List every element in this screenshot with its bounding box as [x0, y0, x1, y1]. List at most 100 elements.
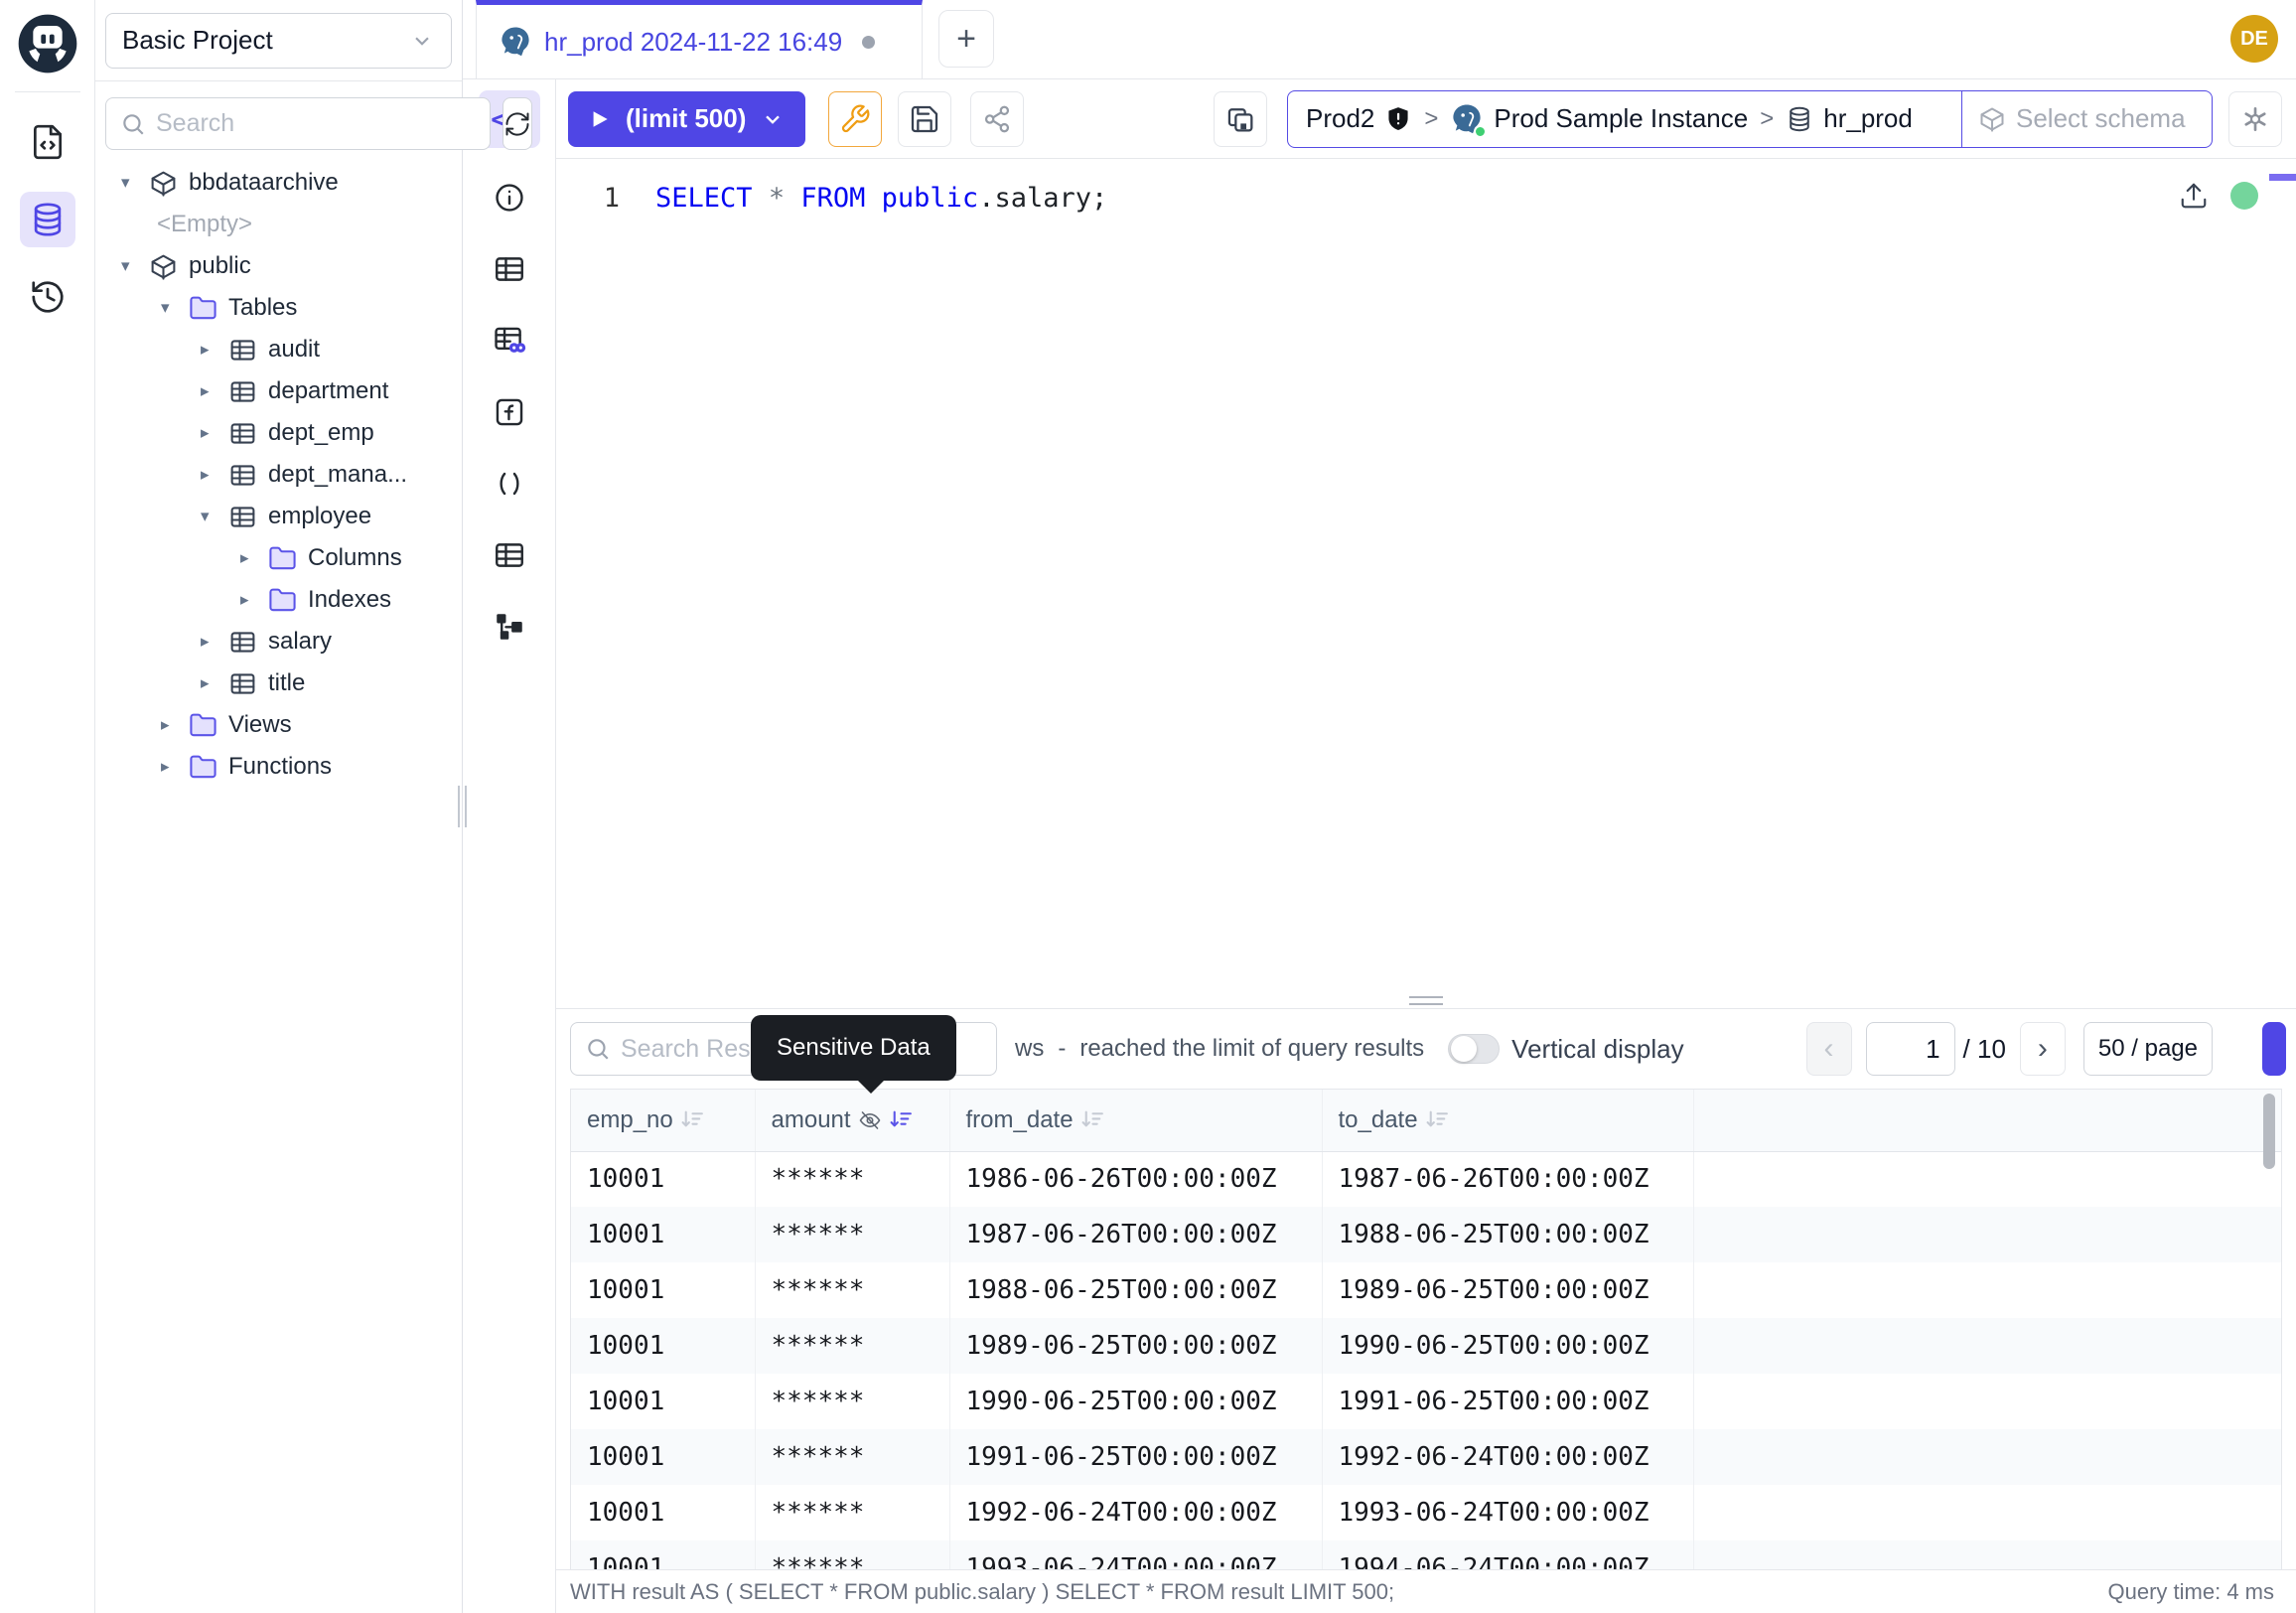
table-cell[interactable]: 1986-06-26T00:00:00Z [949, 1151, 1322, 1207]
sort-icon[interactable] [1425, 1107, 1450, 1132]
tree-caret-icon[interactable]: ▸ [201, 340, 228, 360]
tree-item-employee[interactable]: ▾ employee [95, 496, 462, 537]
tree-caret-icon[interactable]: ▸ [201, 673, 228, 693]
tree-item-salary[interactable]: ▸ salary [95, 621, 462, 662]
table-cell[interactable]: 10001 [571, 1485, 755, 1540]
tree-caret-icon[interactable]: ▸ [240, 590, 268, 610]
results-resize-handle[interactable] [556, 993, 2296, 1009]
worksheets-nav-icon[interactable] [20, 114, 75, 170]
ai-assistant-button[interactable] [2228, 91, 2282, 147]
export-button[interactable] [2262, 1022, 2286, 1076]
tree-item-views[interactable]: ▸ Views [95, 704, 462, 746]
table-cell[interactable]: ****** [755, 1374, 949, 1429]
table-cell[interactable]: ****** [755, 1429, 949, 1485]
column-header-amount[interactable]: amount [755, 1090, 949, 1151]
sort-icon[interactable] [1080, 1107, 1105, 1132]
tree-item-public[interactable]: ▾ public [95, 245, 462, 287]
chevron-down-icon[interactable] [760, 106, 786, 132]
info-icon[interactable] [488, 176, 531, 220]
table-cell[interactable]: 1990-06-25T00:00:00Z [1322, 1318, 1693, 1374]
table-cell[interactable]: 1993-06-24T00:00:00Z [949, 1540, 1322, 1569]
prev-page-button[interactable]: ‹ [1806, 1022, 1852, 1076]
tree-caret-icon[interactable]: ▸ [201, 381, 228, 401]
table-cell[interactable]: 10001 [571, 1374, 755, 1429]
tree-item-department[interactable]: ▸ department [95, 370, 462, 412]
table-cell[interactable]: 10001 [571, 1151, 755, 1207]
column-header-from_date[interactable]: from_date [949, 1090, 1322, 1151]
views-icon[interactable] [488, 533, 531, 577]
vertical-display-toggle[interactable] [1448, 1034, 1500, 1064]
table-cell[interactable]: 10001 [571, 1262, 755, 1318]
tree-item-tables[interactable]: ▾ Tables [95, 287, 462, 329]
table-cell[interactable]: 1987-06-26T00:00:00Z [1322, 1151, 1693, 1207]
tree-caret-icon[interactable]: ▸ [161, 757, 189, 777]
user-avatar[interactable]: DE [2230, 15, 2278, 63]
table-cell[interactable]: 1994-06-24T00:00:00Z [1322, 1540, 1693, 1569]
batch-query-button[interactable] [1214, 91, 1267, 147]
table-cell[interactable] [1693, 1262, 2281, 1318]
external-tables-icon[interactable] [488, 319, 531, 363]
tree-item-indexes[interactable]: ▸ Indexes [95, 579, 462, 621]
project-selector[interactable]: Basic Project [105, 13, 452, 69]
table-scrollbar[interactable] [2263, 1094, 2275, 1169]
tree-caret-icon[interactable]: ▸ [201, 465, 228, 485]
tree-item-audit[interactable]: ▸ audit [95, 329, 462, 370]
table-cell[interactable]: 1988-06-25T00:00:00Z [949, 1262, 1322, 1318]
bytebase-logo-icon[interactable] [16, 12, 79, 75]
table-cell[interactable] [1693, 1318, 2281, 1374]
table-cell[interactable]: ****** [755, 1540, 949, 1569]
table-cell[interactable] [1693, 1429, 2281, 1485]
table-cell[interactable]: 1992-06-24T00:00:00Z [1322, 1429, 1693, 1485]
tree-caret-icon[interactable]: ▾ [121, 256, 149, 276]
next-page-button[interactable]: › [2020, 1022, 2066, 1076]
table-cell[interactable]: 1991-06-25T00:00:00Z [949, 1429, 1322, 1485]
table-cell[interactable]: 10001 [571, 1429, 755, 1485]
schema-selector[interactable]: Select schema [1961, 91, 2212, 147]
table-cell[interactable]: 10001 [571, 1207, 755, 1262]
add-tab-button[interactable]: + [938, 10, 994, 68]
tables-icon[interactable] [488, 247, 531, 291]
table-cell[interactable]: 1993-06-24T00:00:00Z [1322, 1485, 1693, 1540]
share-button[interactable] [970, 91, 1024, 147]
page-number-input[interactable] [1866, 1022, 1955, 1076]
table-cell[interactable]: ****** [755, 1207, 949, 1262]
upload-icon[interactable] [2179, 181, 2209, 211]
tree-item-title[interactable]: ▸ title [95, 662, 462, 704]
page-size-select[interactable]: 50 / page [2083, 1022, 2213, 1076]
databases-nav-icon[interactable] [20, 192, 75, 247]
table-cell[interactable]: ****** [755, 1151, 949, 1207]
tree-caret-icon[interactable]: ▾ [201, 507, 228, 526]
tree-item-dept-emp[interactable]: ▸ dept_emp [95, 412, 462, 454]
table-cell[interactable]: ****** [755, 1485, 949, 1540]
sidebar-resize-handle[interactable] [458, 786, 467, 827]
table-cell[interactable] [1693, 1151, 2281, 1207]
table-cell[interactable]: 1991-06-25T00:00:00Z [1322, 1374, 1693, 1429]
tree-caret-icon[interactable]: ▸ [201, 632, 228, 652]
table-cell[interactable]: ****** [755, 1318, 949, 1374]
column-header-to_date[interactable]: to_date [1322, 1090, 1693, 1151]
tree-caret-icon[interactable]: ▸ [161, 715, 189, 735]
tree-item-functions[interactable]: ▸ Functions [95, 746, 462, 788]
table-cell[interactable] [1693, 1207, 2281, 1262]
table-cell[interactable] [1693, 1540, 2281, 1569]
table-cell[interactable] [1693, 1374, 2281, 1429]
tree-caret-icon[interactable]: ▾ [121, 173, 149, 193]
tree-item-columns[interactable]: ▸ Columns [95, 537, 462, 579]
column-header-emp_no[interactable]: emp_no [571, 1090, 755, 1151]
table-cell[interactable]: 1989-06-25T00:00:00Z [1322, 1262, 1693, 1318]
schema-diagram-icon[interactable] [488, 605, 531, 649]
sidebar-search-input[interactable] [156, 109, 476, 138]
table-cell[interactable]: ****** [755, 1262, 949, 1318]
table-cell[interactable]: 1989-06-25T00:00:00Z [949, 1318, 1322, 1374]
table-cell[interactable] [1693, 1485, 2281, 1540]
connection-breadcrumb[interactable]: Prod2 > Prod Sample Instance > hr_prod [1288, 91, 1961, 147]
table-cell[interactable]: 10001 [571, 1540, 755, 1569]
table-cell[interactable]: 1990-06-25T00:00:00Z [949, 1374, 1322, 1429]
tree-item-dept-mana[interactable]: ▸ dept_mana... [95, 454, 462, 496]
tree-item-empty[interactable]: <Empty> [95, 204, 462, 245]
procedures-icon[interactable] [488, 462, 531, 506]
tree-caret-icon[interactable]: ▾ [161, 298, 189, 318]
table-cell[interactable]: 1987-06-26T00:00:00Z [949, 1207, 1322, 1262]
save-sheet-button[interactable] [898, 91, 951, 147]
run-query-button[interactable]: (limit 500) [568, 91, 805, 147]
